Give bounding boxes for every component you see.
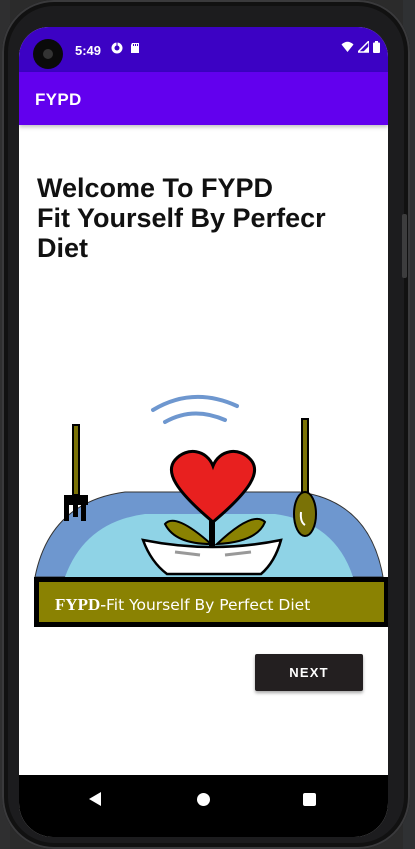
home-icon[interactable] [197, 793, 210, 806]
welcome-line-1: Welcome To FYPD [37, 173, 274, 203]
power-button [402, 214, 407, 278]
welcome-heading: Welcome To FYPD Fit Yourself By Perfecr … [37, 173, 382, 263]
next-button[interactable]: NEXT [255, 654, 363, 691]
app-title: FYPD [35, 90, 82, 109]
fork-icon [64, 424, 88, 521]
sd-card-icon [131, 43, 139, 53]
app-bar: FYPD [19, 72, 388, 125]
welcome-line-3: Diet [37, 233, 89, 263]
front-camera [33, 39, 63, 69]
wifi-icon [341, 41, 354, 52]
back-icon[interactable] [89, 792, 101, 806]
status-bar: 5:49 [19, 27, 388, 72]
screen-record-icon [111, 42, 123, 54]
banner-text: Fit Yourself By Perfect Diet [106, 596, 310, 614]
svg-text:FYPD-Fit Yourself By Perfect D: FYPD-Fit Yourself By Perfect Diet [55, 595, 310, 614]
status-time: 5:49 [75, 43, 102, 58]
logo-illustration: FYPD-Fit Yourself By Perfect Diet [34, 395, 388, 627]
welcome-line-2: Fit Yourself By Perfecr [37, 203, 326, 233]
recents-icon[interactable] [303, 793, 316, 806]
phone-frame: 5:49 FYPD Welcome To FYPD Fit Yourself B… [2, 0, 410, 849]
device-screen: 5:49 FYPD Welcome To FYPD Fit Yourself B… [19, 27, 388, 837]
spoon-icon [293, 418, 317, 537]
navigation-bar [19, 775, 388, 837]
battery-icon [373, 41, 380, 53]
banner-bold-text: FYPD- [55, 595, 106, 614]
status-icons [341, 41, 380, 53]
signal-icon [358, 41, 369, 53]
